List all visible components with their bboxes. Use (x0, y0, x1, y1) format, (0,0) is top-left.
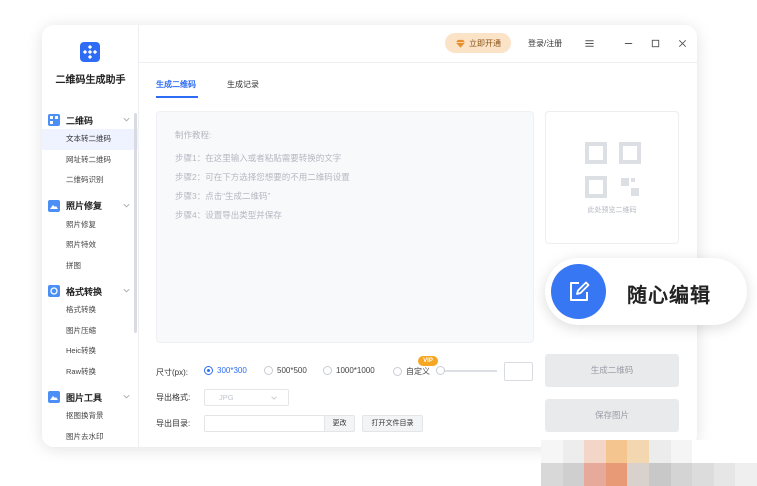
custom-size-slider-track[interactable] (439, 370, 497, 372)
close-button[interactable] (675, 36, 689, 50)
vip-upgrade-button[interactable]: 立即开通 (445, 33, 511, 53)
nav-group-label: 图片工具 (66, 392, 103, 403)
radio-dot (204, 366, 213, 375)
decorative-mosaic (541, 440, 757, 486)
custom-size-slider-handle[interactable] (436, 366, 445, 375)
sidebar-item-photo-repair[interactable]: 照片修复 (42, 215, 139, 236)
app-window: 二维码生成助手 二维码 文本转二维码 网址转二维码 二维码识别 照片修复 照片修… (42, 25, 697, 447)
qrcode-preview: 此处预览二维码 (545, 111, 679, 244)
edit-icon-circle (551, 264, 606, 319)
export-format-label: 导出格式: (156, 393, 191, 402)
export-directory-input[interactable] (204, 415, 325, 432)
chevron-down-icon (123, 394, 130, 399)
radio-dot (323, 366, 332, 375)
qrcode-category-icon (48, 114, 60, 126)
nav-group-format-convert: 格式转换 格式转换 图片压缩 Heic转换 Raw转换 (42, 282, 139, 382)
size-option-500[interactable]: 500*500 (264, 366, 307, 375)
sidebar-item-text-to-qrcode[interactable]: 文本转二维码 (42, 129, 139, 150)
hamburger-menu-icon (584, 39, 594, 47)
open-directory-button[interactable]: 打开文件目录 (362, 415, 423, 432)
vip-badge: VIP (418, 356, 438, 366)
tutorial-title: 制作教程: (175, 130, 212, 140)
radio-dot (393, 367, 402, 376)
tutorial-step-2: 步骤2：可在下方选择您想要的不用二维码设置 (175, 172, 350, 182)
free-edit-label: 随心编辑 (627, 285, 711, 307)
app-name: 二维码生成助手 (55, 75, 126, 86)
chevron-down-icon (271, 396, 277, 400)
sidebar-item-collage[interactable]: 拼图 (42, 256, 139, 277)
size-option-label: 300*300 (217, 366, 247, 375)
preview-placeholder-text: 此处预览二维码 (587, 207, 637, 214)
chevron-down-icon (123, 117, 130, 122)
app-logo-icon (80, 42, 100, 62)
size-option-label: 1000*1000 (336, 366, 375, 375)
nav-group-image-tools: 图片工具 抠图换背景 图片去水印 (42, 388, 139, 447)
minimize-button[interactable] (621, 36, 635, 50)
diamond-icon (455, 39, 466, 48)
sidebar-item-photo-effects[interactable]: 照片特效 (42, 235, 139, 256)
photo-category-icon (48, 199, 60, 212)
sidebar-scrollbar[interactable] (134, 113, 137, 333)
nav-group-photo-repair: 照片修复 照片修复 照片特效 拼图 (42, 197, 139, 277)
generate-qrcode-button[interactable]: 生成二维码 (545, 354, 679, 387)
sidebar-nav: 二维码 文本转二维码 网址转二维码 二维码识别 照片修复 照片修复 照片特效 拼… (42, 111, 139, 447)
free-edit-card[interactable]: 随心编辑 (545, 258, 747, 325)
vip-upgrade-label: 立即开通 (469, 38, 501, 48)
size-label: 尺寸(px): (156, 368, 188, 377)
close-icon (678, 39, 686, 47)
chevron-down-icon (123, 288, 130, 293)
size-option-300[interactable]: 300*300 (204, 366, 247, 375)
login-register-link[interactable]: 登录/注册 (528, 38, 562, 49)
title-bar: 立即开通 登录/注册 (139, 25, 697, 63)
size-option-custom[interactable]: 自定义 (393, 366, 430, 377)
export-directory-label: 导出目录: (156, 419, 191, 428)
nav-group-label: 格式转换 (66, 286, 103, 297)
image-tools-category-icon (48, 391, 60, 403)
nav-group-qrcode: 二维码 文本转二维码 网址转二维码 二维码识别 (42, 111, 139, 191)
text-input-area[interactable]: 制作教程: 步骤1：在这里输入或者粘贴需要转换的文字 步骤2：可在下方选择您想要… (156, 111, 534, 343)
nav-group-label: 二维码 (66, 115, 94, 126)
size-option-1000[interactable]: 1000*1000 (323, 366, 375, 375)
stage: 二维码生成助手 二维码 文本转二维码 网址转二维码 二维码识别 照片修复 照片修… (0, 0, 757, 486)
tutorial-step-3: 步骤3：点击“生成二维码” (175, 191, 271, 201)
radio-dot (264, 366, 273, 375)
sidebar-item-heic-convert[interactable]: Heic转换 (42, 341, 139, 362)
maximize-button[interactable] (648, 36, 662, 50)
sidebar: 二维码生成助手 二维码 文本转二维码 网址转二维码 二维码识别 照片修复 照片修… (42, 25, 139, 447)
nav-group-label: 照片修复 (66, 201, 103, 211)
active-tab-indicator (156, 96, 198, 98)
chevron-down-icon (123, 203, 130, 207)
convert-category-icon (48, 285, 60, 297)
tab-generate-qrcode[interactable]: 生成二维码 (156, 79, 196, 90)
change-directory-button[interactable]: 更改 (324, 415, 355, 432)
edit-icon (569, 281, 589, 301)
custom-size-input[interactable] (504, 362, 533, 381)
export-format-value: JPG (219, 393, 234, 402)
nav-group-header-format-convert[interactable]: 格式转换 (42, 282, 139, 300)
maximize-icon (651, 39, 659, 47)
minimize-icon (624, 42, 632, 44)
sidebar-item-qrcode-recognize[interactable]: 二维码识别 (42, 170, 139, 191)
menu-button[interactable] (582, 36, 596, 50)
sidebar-item-format-convert[interactable]: 格式转换 (42, 300, 139, 321)
tab-generate-history[interactable]: 生成记录 (227, 79, 259, 90)
sidebar-item-raw-convert[interactable]: Raw转换 (42, 362, 139, 383)
sidebar-item-image-compress[interactable]: 图片压缩 (42, 321, 139, 342)
sidebar-item-cutout-background[interactable]: 抠图换背景 (42, 406, 139, 427)
export-format-select[interactable]: JPG (204, 389, 289, 406)
sidebar-item-url-to-qrcode[interactable]: 网址转二维码 (42, 150, 139, 171)
tutorial-step-1: 步骤1：在这里输入或者粘贴需要转换的文字 (175, 153, 342, 163)
sidebar-item-remove-watermark[interactable]: 图片去水印 (42, 427, 139, 448)
qrcode-placeholder-icon (585, 142, 641, 198)
nav-group-header-image-tools[interactable]: 图片工具 (42, 388, 139, 406)
size-option-label: 自定义 (406, 367, 430, 376)
nav-group-header-photo-repair[interactable]: 照片修复 (42, 197, 139, 215)
save-image-button[interactable]: 保存图片 (545, 399, 679, 432)
nav-group-header-qrcode[interactable]: 二维码 (42, 111, 139, 129)
tutorial-step-4: 步骤4：设置导出类型并保存 (175, 210, 282, 220)
size-option-label: 500*500 (277, 366, 307, 375)
